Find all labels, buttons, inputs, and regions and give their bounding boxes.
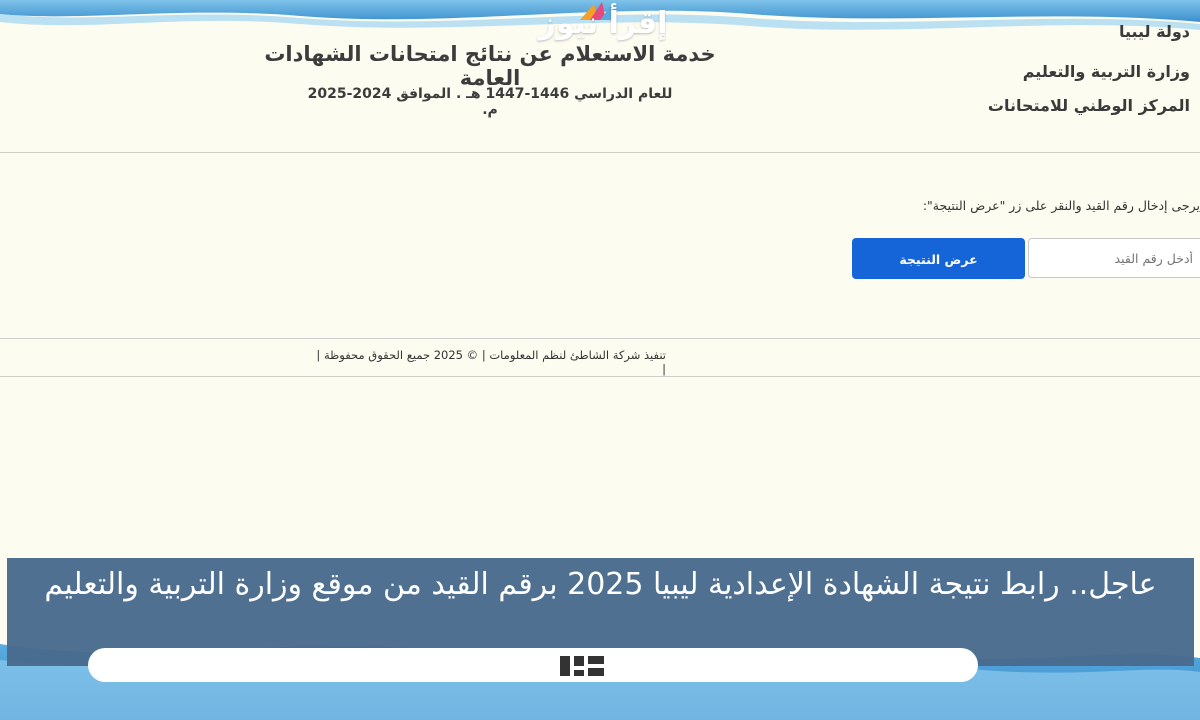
bottom-logo-icon xyxy=(556,652,608,680)
site-logo: إقرأ نيوز xyxy=(538,6,668,41)
footer-divider-bottom xyxy=(0,376,1200,377)
country-label: دولة ليبيا xyxy=(1118,22,1190,41)
ministry-label: وزارة التربية والتعليم xyxy=(1022,62,1190,81)
results-page: دولة ليبيا وزارة التربية والتعليم المركز… xyxy=(0,22,1200,560)
header-divider xyxy=(0,152,1200,153)
page-title: خدمة الاستعلام عن نتائج امتحانات الشهادا… xyxy=(264,42,716,90)
article-headline: عاجل.. رابط نتيجة الشهادة الإعدادية ليبي… xyxy=(44,567,1157,602)
academic-year-subtitle: للعام الدراسي 1446-1447 هـ . الموافق 202… xyxy=(307,86,673,118)
exam-center-label: المركز الوطني للامتحانات xyxy=(987,96,1190,115)
banner-base-pill xyxy=(88,648,978,682)
footer-divider-top xyxy=(0,338,1200,339)
show-result-button[interactable]: عرض النتيجة xyxy=(852,238,1025,279)
registration-number-input[interactable] xyxy=(1028,238,1200,278)
footer-credits: تنفيذ شركة الشاطئ لنظم المعلومات | © 202… xyxy=(316,348,666,376)
form-instruction: يرجى إدخال رقم القيد والنقر على زر "عرض … xyxy=(922,198,1200,213)
